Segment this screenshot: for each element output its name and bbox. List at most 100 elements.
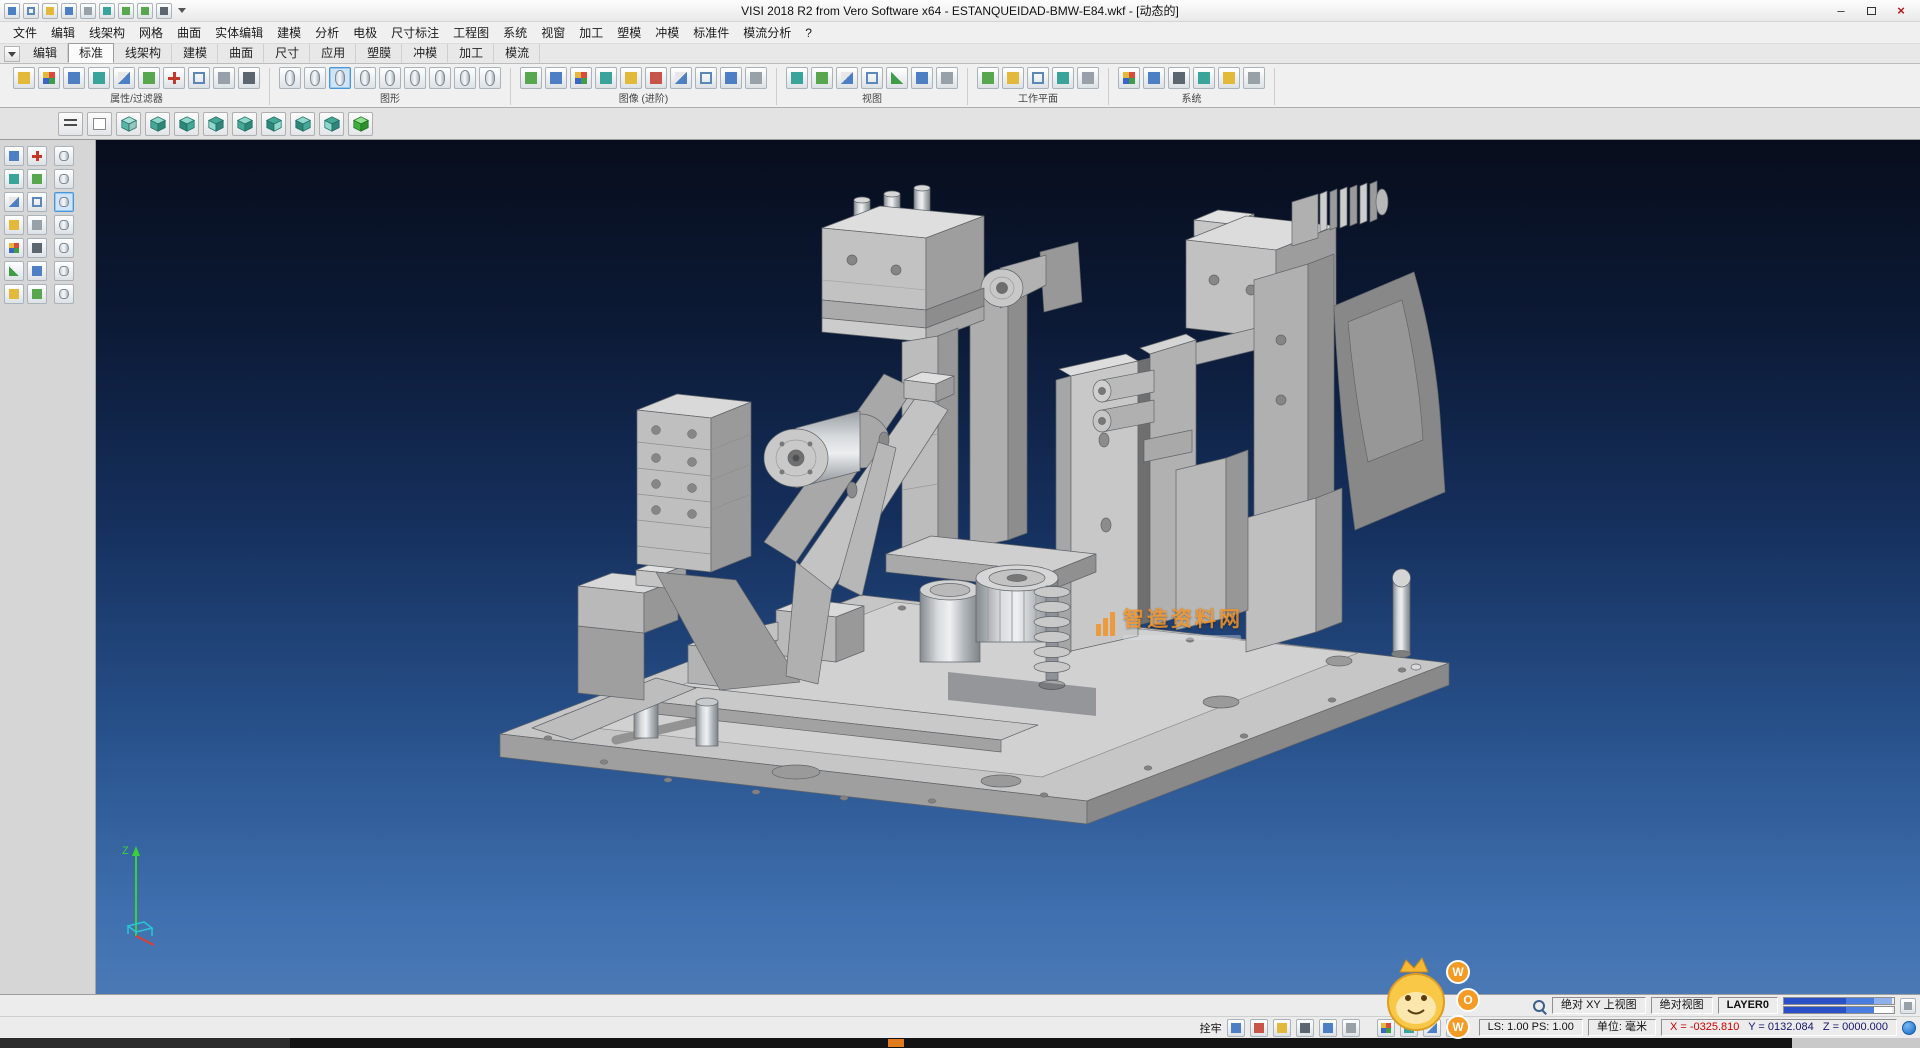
reset-view-icon[interactable]	[87, 112, 112, 136]
mirror-icon[interactable]	[27, 192, 47, 212]
align-view-icon[interactable]	[911, 67, 933, 89]
network-icon[interactable]	[1902, 1021, 1916, 1035]
menu-mesh[interactable]: 网格	[132, 22, 170, 44]
transparent-display-icon[interactable]	[379, 67, 401, 89]
workplane-origin-icon[interactable]	[1027, 67, 1049, 89]
menu-wireframe[interactable]: 线架构	[82, 22, 132, 44]
iso-cube-icon-5[interactable]	[232, 112, 257, 136]
capture-icon[interactable]	[720, 67, 742, 89]
minimize-button[interactable]: –	[1826, 2, 1856, 20]
menu-solid-edit[interactable]: 实体编辑	[208, 22, 270, 44]
performance-icon[interactable]	[1243, 67, 1265, 89]
preview-icon[interactable]	[99, 3, 115, 19]
attribute-edit-icon[interactable]	[13, 67, 35, 89]
layers-icon[interactable]	[27, 261, 47, 281]
system-settings-icon[interactable]	[1168, 67, 1190, 89]
refresh-icon[interactable]	[645, 67, 667, 89]
element-filter-icon[interactable]	[88, 67, 110, 89]
measure-icon[interactable]	[4, 238, 24, 258]
materials-icon[interactable]	[1193, 67, 1215, 89]
edges-display-icon[interactable]	[429, 67, 451, 89]
menu-dimension[interactable]: 尺寸标注	[384, 22, 446, 44]
shaded-cube-icon[interactable]	[348, 112, 373, 136]
shaded-display-icon[interactable]	[329, 67, 351, 89]
menu-electrode[interactable]: 电极	[346, 22, 384, 44]
menu-flow-analysis[interactable]: 模流分析	[736, 22, 798, 44]
move-icon[interactable]	[4, 169, 24, 189]
hidden-line-display-icon[interactable]	[304, 67, 326, 89]
layer-filter-icon[interactable]	[63, 67, 85, 89]
menu-surface[interactable]: 曲面	[170, 22, 208, 44]
save-icon[interactable]	[61, 3, 77, 19]
graphics-viewport[interactable]: 智造资料网 Z	[96, 140, 1920, 994]
menu-mold[interactable]: 塑模	[610, 22, 648, 44]
menu-analysis[interactable]: 分析	[308, 22, 346, 44]
selection-filter-icon[interactable]	[138, 67, 160, 89]
view-mode-field[interactable]: 绝对 XY 上视图	[1552, 997, 1646, 1014]
snap-tool-icon[interactable]	[4, 261, 24, 281]
hide-icon[interactable]	[54, 284, 74, 304]
pin-label[interactable]: 拴牢	[1200, 1020, 1222, 1036]
color-filter-icon[interactable]	[38, 67, 60, 89]
tab-machining[interactable]: 加工	[448, 43, 494, 63]
match-properties-icon[interactable]	[213, 67, 235, 89]
view-iso-icon[interactable]	[861, 67, 883, 89]
iso-cube-icon-7[interactable]	[290, 112, 315, 136]
tab-modeling[interactable]: 建模	[172, 43, 218, 63]
monitor-icon[interactable]	[1227, 1019, 1245, 1037]
show-dimensions-icon[interactable]	[54, 238, 74, 258]
print-icon[interactable]	[80, 3, 96, 19]
rotate-icon[interactable]	[4, 192, 24, 212]
help-icon[interactable]	[1319, 1019, 1337, 1037]
gallery-icon[interactable]	[745, 67, 767, 89]
select-icon[interactable]	[4, 146, 24, 166]
iso-cube-icon-4[interactable]	[203, 112, 228, 136]
display-settings-icon[interactable]	[1143, 67, 1165, 89]
tab-mold[interactable]: 塑膜	[356, 43, 402, 63]
info-icon[interactable]	[27, 238, 47, 258]
absolute-view-field[interactable]: 绝对视图	[1651, 997, 1713, 1014]
tab-wireframe[interactable]: 线架构	[114, 43, 172, 63]
zoom-status-icon[interactable]	[1531, 998, 1547, 1014]
pencil-icon[interactable]	[1296, 1019, 1314, 1037]
workplane-align-icon[interactable]	[1002, 67, 1024, 89]
tab-surface[interactable]: 曲面	[218, 43, 264, 63]
mask-icon[interactable]	[113, 67, 135, 89]
tab-die[interactable]: 冲模	[402, 43, 448, 63]
previous-view-icon[interactable]	[620, 67, 642, 89]
show-points-icon[interactable]	[54, 215, 74, 235]
layer-color-bars[interactable]	[1783, 997, 1895, 1014]
notes-icon[interactable]	[1273, 1019, 1291, 1037]
layer-field[interactable]: LAYER0	[1718, 997, 1778, 1014]
tab-application[interactable]: 应用	[310, 43, 356, 63]
isolate-icon[interactable]	[54, 261, 74, 281]
view-normal-icon[interactable]	[886, 67, 908, 89]
view-manager-icon[interactable]	[936, 67, 958, 89]
view-side-icon[interactable]	[836, 67, 858, 89]
tab-dimension[interactable]: 尺寸	[264, 43, 310, 63]
undo-icon[interactable]	[118, 3, 134, 19]
app-icon[interactable]	[4, 3, 20, 19]
rendered-display-icon[interactable]	[354, 67, 376, 89]
zoom-window-icon[interactable]	[520, 67, 542, 89]
menu-die[interactable]: 冲模	[648, 22, 686, 44]
workplane-rotate-icon[interactable]	[1052, 67, 1074, 89]
copy-icon[interactable]	[27, 169, 47, 189]
cad-model-canvas[interactable]	[96, 140, 1920, 994]
show-surfaces-icon[interactable]	[54, 169, 74, 189]
silhouette-display-icon[interactable]	[454, 67, 476, 89]
iso-cube-icon-2[interactable]	[145, 112, 170, 136]
view-front-icon[interactable]	[811, 67, 833, 89]
pixel-grid-icon[interactable]	[1218, 67, 1240, 89]
tab-list-dropdown-icon[interactable]	[4, 46, 20, 62]
color-table-icon[interactable]	[1118, 67, 1140, 89]
iso-cube-icon-1[interactable]	[116, 112, 141, 136]
notes-tool-icon[interactable]	[4, 284, 24, 304]
properties-icon[interactable]	[188, 67, 210, 89]
menu-edit[interactable]: 编辑	[44, 22, 82, 44]
menu-help[interactable]: ?	[798, 22, 819, 44]
trim-icon[interactable]	[27, 215, 47, 235]
taskbar-app-icon[interactable]	[888, 1039, 904, 1047]
rotate-view-icon[interactable]	[595, 67, 617, 89]
redo-icon[interactable]	[137, 3, 153, 19]
